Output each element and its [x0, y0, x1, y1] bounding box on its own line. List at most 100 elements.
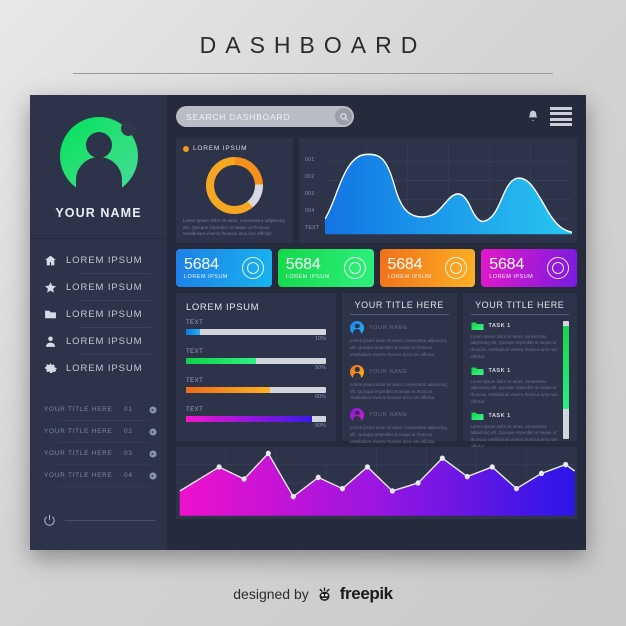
stat-card-text: 5684 LOREM IPSUM: [285, 256, 340, 280]
sidebar-item-favorites[interactable]: LOREM IPSUM: [44, 274, 167, 300]
page-title: DASHBOARD: [199, 32, 427, 58]
burger-line: [550, 117, 572, 121]
search-icon[interactable]: [335, 108, 352, 125]
progress-label: TEXT: [186, 378, 204, 384]
zigzag-area-chart: [176, 447, 577, 519]
progress-label: TEXT: [186, 320, 204, 326]
progress-fill: [186, 386, 270, 393]
list-item[interactable]: YOUR NAME Lorem ipsum dolor sit amet, co…: [350, 321, 449, 359]
search-input[interactable]: SEARCH DASHBOARD: [176, 106, 354, 127]
stat-card-text: 5684 LOREM IPSUM: [184, 255, 238, 280]
avatar: [350, 408, 364, 423]
sidebar-divider: [30, 238, 167, 239]
y-tick-label: 002: [305, 173, 315, 180]
sidebar-item-settings[interactable]: LOREM IPSUM: [44, 355, 167, 381]
list-item[interactable]: TASK 1 Lorem ipsum dolor sit amet, conse…: [471, 366, 559, 406]
person-name: YOUR NAME: [369, 368, 408, 375]
list-item[interactable]: YOUR NAME Lorem ipsum dolor sit amet, co…: [350, 408, 449, 446]
stat-card[interactable]: 5684 LOREM IPSUM: [379, 249, 476, 287]
list-item[interactable]: YOUR TITLE HERE 04: [44, 465, 157, 486]
sub-divider: [58, 486, 149, 487]
footer-brand: freepik: [339, 584, 393, 603]
progress-fill: [186, 328, 200, 335]
stat-card[interactable]: 5684 LOREM IPSUM: [176, 249, 272, 287]
sidebar-item-label: LOREM IPSUM: [66, 254, 143, 266]
progress-bar-item: TEXT 90%: [186, 407, 326, 429]
avatar: [59, 117, 138, 201]
progress-percent: 10%: [314, 336, 326, 342]
person-name: YOUR NAME: [369, 412, 408, 419]
target-circle-icon: [241, 257, 264, 279]
donut-ring: 90%: [206, 156, 263, 214]
task-name: TASK 1: [488, 413, 511, 419]
list-item[interactable]: TASK 1 Lorem ipsum dolor sit amet, conse…: [471, 411, 559, 451]
x-axis-label: TEXT: [305, 225, 320, 232]
star-icon: [44, 281, 57, 294]
donut-center-label: 90%: [214, 164, 255, 206]
task-name: TASK 1: [488, 323, 511, 329]
stat-label: LOREM IPSUM: [184, 273, 229, 280]
person-description: Lorem ipsum dolor sit amet, consectetur …: [350, 381, 447, 401]
target-circle-icon: [343, 257, 366, 279]
stat-card[interactable]: 5684 LOREM IPSUM: [277, 249, 374, 287]
sidebar-item-home[interactable]: LOREM IPSUM: [44, 247, 167, 273]
folder-icon: [471, 321, 484, 331]
sub-item-number: 04: [124, 472, 133, 479]
freepik-logo-icon: [319, 587, 330, 601]
home-icon: [44, 254, 57, 267]
sidebar-item-files[interactable]: LOREM IPSUM: [44, 301, 167, 327]
avatar: [350, 321, 364, 335]
folder-icon: [44, 308, 57, 321]
arrow-right-icon: [146, 472, 157, 480]
area-chart-plot: [325, 144, 572, 240]
hamburger-menu-icon[interactable]: [550, 106, 572, 127]
donut-card-title: LOREM IPSUM: [193, 145, 248, 152]
list-item[interactable]: YOUR TITLE HERE 01: [44, 399, 157, 420]
sidebar-menu: LOREM IPSUM LOREM IPSUM LOREM IPSUM LORE…: [30, 247, 167, 381]
avatar-body-shape: [75, 157, 122, 201]
scrollbar-thumb[interactable]: [563, 326, 569, 409]
donut-card-description: Lorem ipsum dolor sit amet, consectetur …: [183, 218, 285, 237]
stat-value: 5684: [184, 255, 219, 273]
profile-block: YOUR NAME: [30, 95, 167, 220]
sidebar-item-label: LOREM IPSUM: [66, 308, 143, 320]
stat-label: LOREM IPSUM: [489, 273, 534, 280]
arrow-right-icon: [146, 428, 157, 436]
stat-label: LOREM IPSUM: [285, 273, 330, 280]
person-header: YOUR NAME: [350, 364, 449, 379]
status-dot-icon: [183, 145, 189, 152]
stat-card[interactable]: 5684 LOREM IPSUM: [481, 249, 577, 287]
person-name: YOUR NAME: [369, 325, 408, 331]
scrollbar[interactable]: [563, 321, 569, 439]
burger-line: [550, 106, 572, 110]
burger-line: [550, 123, 572, 127]
list-item[interactable]: TASK 1 Lorem ipsum dolor sit amet, conse…: [471, 321, 559, 361]
stat-value: 5684: [387, 255, 423, 273]
person-description: Lorem ipsum dolor sit amet, consectetur …: [350, 338, 447, 357]
card-divider: [350, 314, 449, 315]
task-name: TASK 1: [488, 368, 511, 374]
main-area: SEARCH DASHBOARD LOREM IPSUM 90% Lorem i…: [167, 95, 586, 550]
sub-item-number: 01: [124, 406, 133, 413]
sub-item-label: YOUR TITLE HERE: [44, 406, 113, 413]
list-item[interactable]: YOUR TITLE HERE 03: [44, 443, 157, 464]
sidebar-item-users[interactable]: LOREM IPSUM: [44, 328, 167, 354]
task-header: TASK 1: [471, 411, 559, 421]
bell-icon[interactable]: [526, 109, 540, 124]
progress-bar-item: TEXT 50%: [186, 349, 326, 371]
progress-fill: [186, 415, 312, 422]
progress-fill: [186, 357, 256, 364]
progress-track: [186, 386, 326, 393]
burger-line: [550, 112, 572, 116]
power-divider: [65, 520, 155, 521]
list-item[interactable]: YOUR TITLE HERE 02: [44, 421, 157, 442]
power-button[interactable]: [30, 513, 167, 528]
sidebar-item-label: LOREM IPSUM: [66, 335, 143, 347]
row-overview: LOREM IPSUM 90% Lorem ipsum dolor sit am…: [176, 138, 577, 243]
sub-item-label: YOUR TITLE HERE: [44, 428, 113, 435]
power-icon: [44, 514, 55, 526]
list-item[interactable]: YOUR NAME Lorem ipsum dolor sit amet, co…: [350, 364, 449, 403]
folder-icon: [471, 411, 484, 421]
tasks-card: YOUR TITLE HERE TASK 1 Lorem ipsum dolor…: [462, 293, 577, 449]
row-stat-cards: 5684 LOREM IPSUM 5684 LOREM IPSUM 5684 L…: [176, 249, 577, 287]
